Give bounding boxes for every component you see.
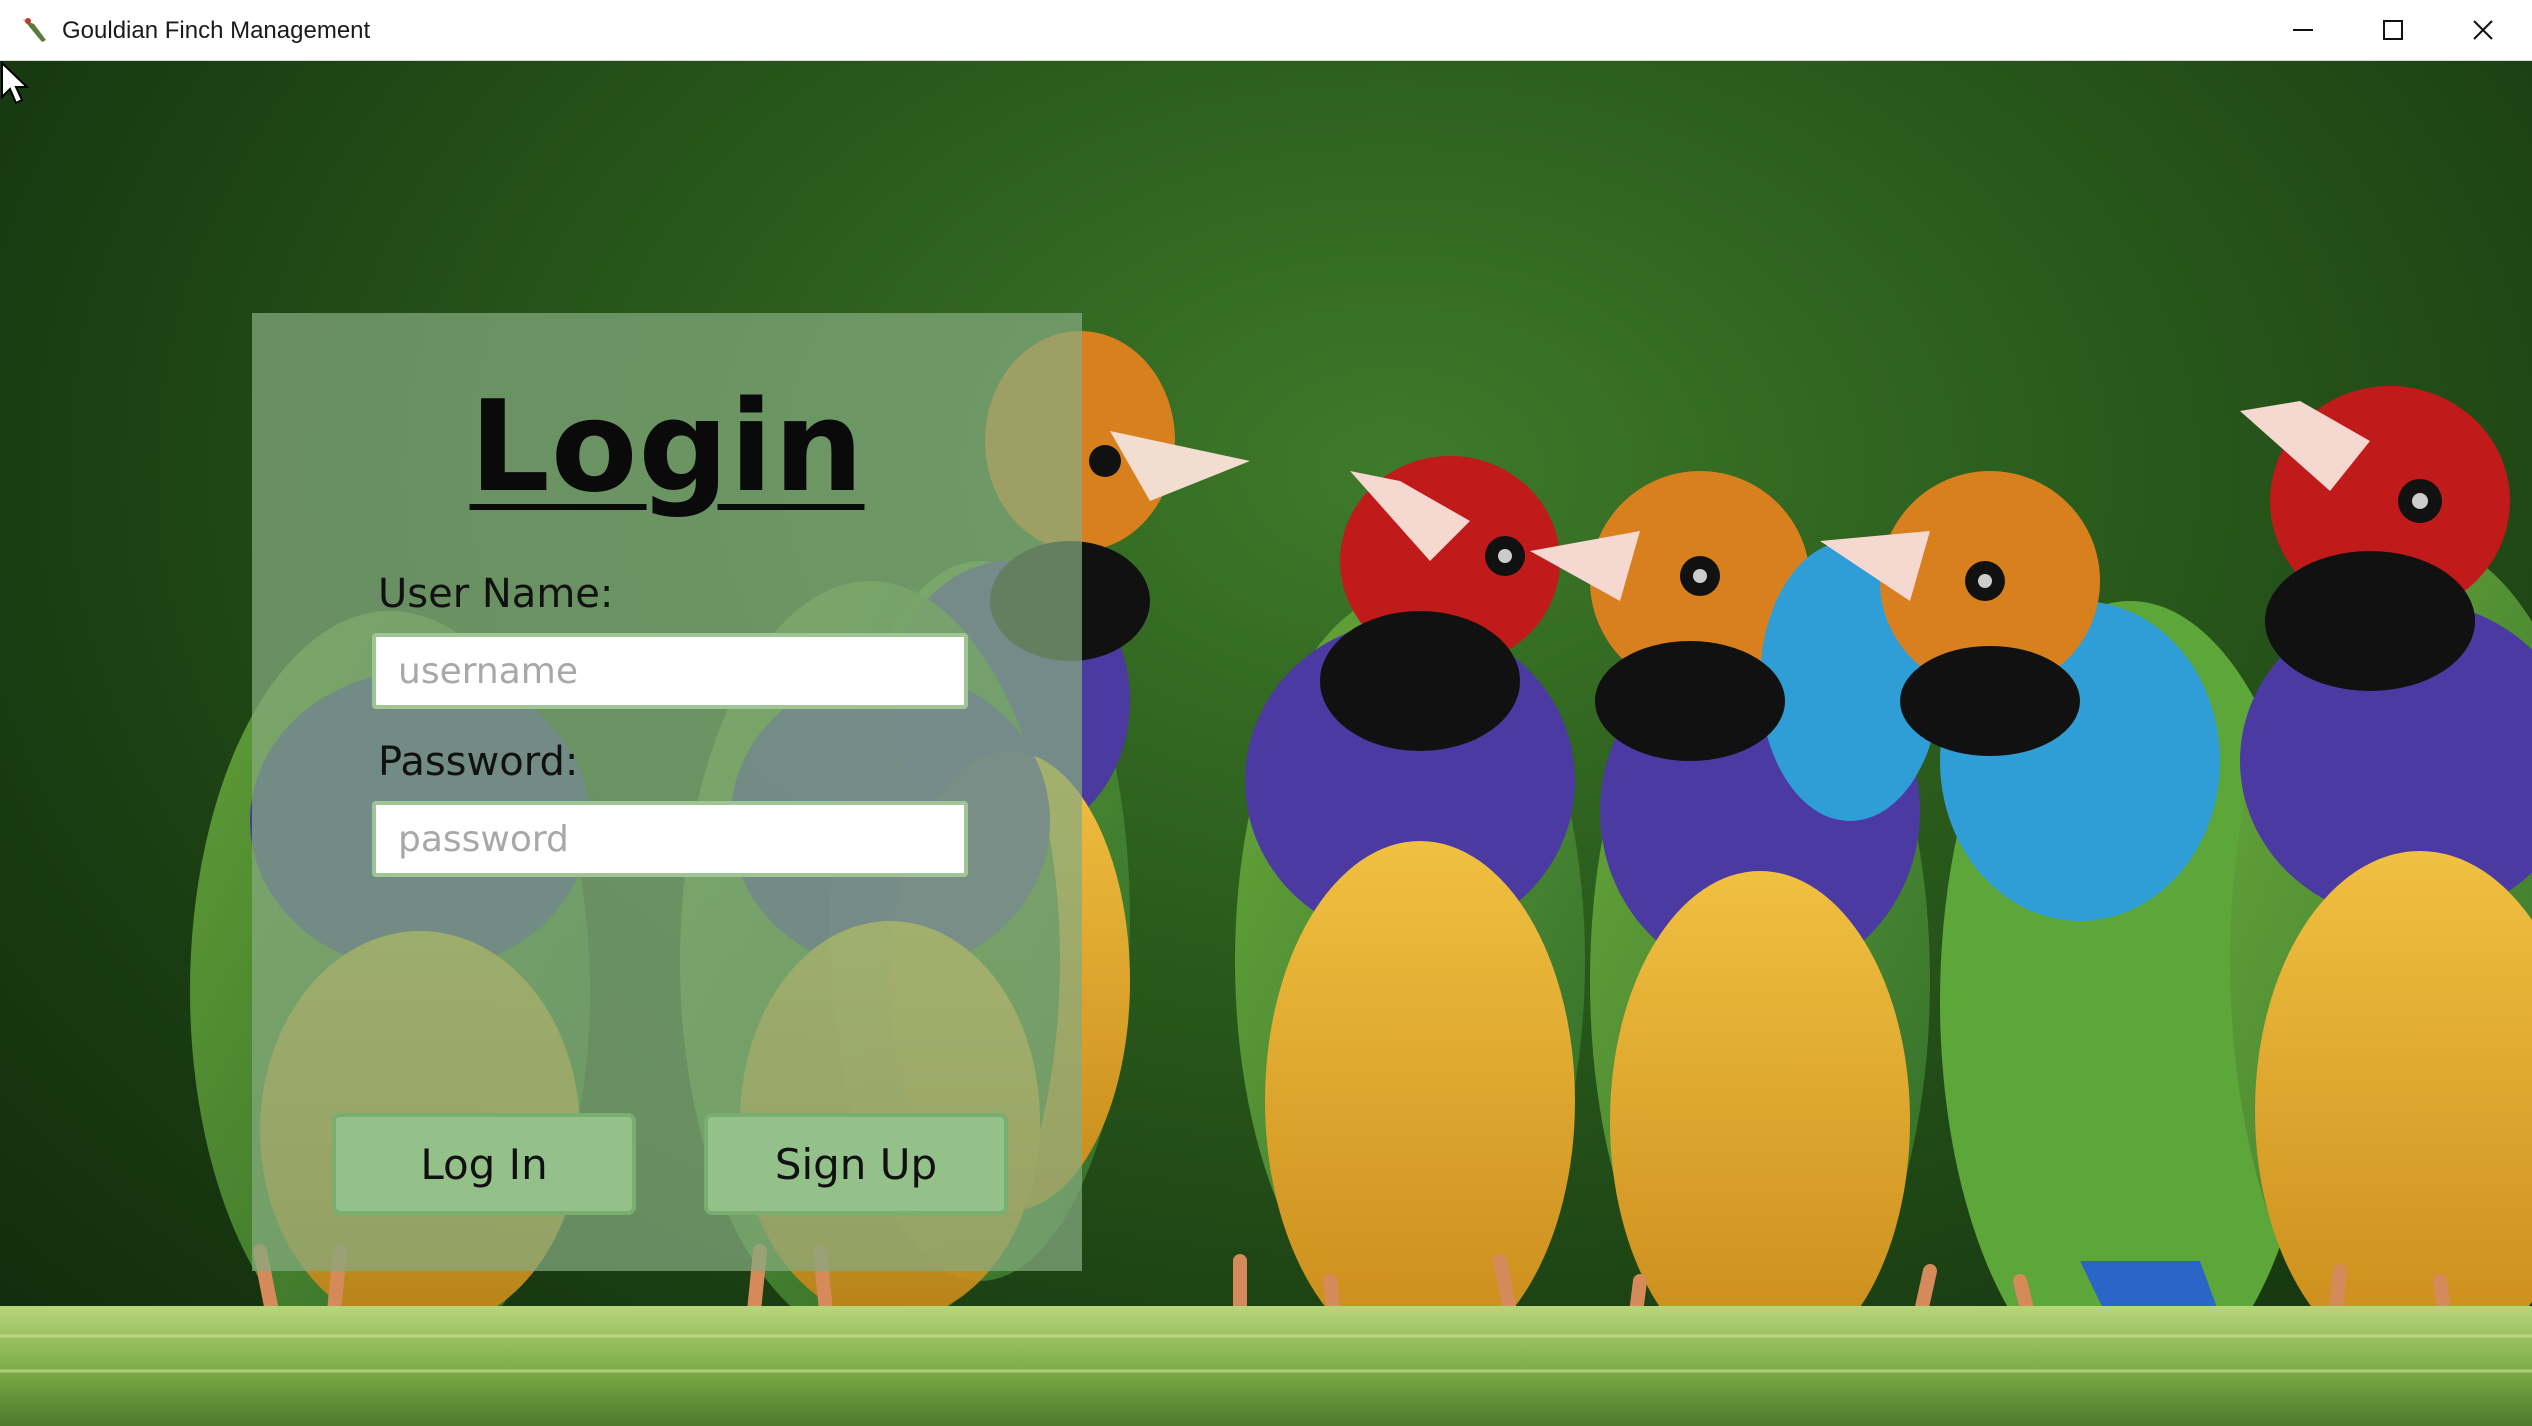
perch-branch (0, 1306, 2532, 1426)
login-heading: Login (469, 373, 865, 520)
close-icon (2473, 20, 2493, 40)
login-panel: Login User Name: Password: Log In Sign U… (252, 313, 1082, 1271)
minimize-button[interactable] (2258, 0, 2348, 61)
finch-background-image: Login User Name: Password: Log In Sign U… (0, 61, 2532, 1426)
maximize-icon (2383, 20, 2403, 40)
maximize-button[interactable] (2348, 0, 2438, 61)
log-in-button[interactable]: Log In (332, 1113, 636, 1215)
sign-up-button[interactable]: Sign Up (704, 1113, 1008, 1215)
finch-bird (1235, 456, 1585, 1361)
username-input[interactable] (372, 633, 968, 709)
finch-icon (20, 14, 52, 46)
close-button[interactable] (2438, 0, 2528, 61)
password-input[interactable] (372, 801, 968, 877)
mouse-cursor-icon (1, 61, 30, 105)
finch-bird (2230, 386, 2532, 1381)
title-bar: Gouldian Finch Management (0, 0, 2532, 61)
window-title: Gouldian Finch Management (62, 17, 371, 44)
minimize-icon (2293, 29, 2313, 31)
finch-bird (1530, 471, 1940, 1371)
username-label: User Name: (378, 571, 614, 617)
password-label: Password: (378, 739, 579, 785)
